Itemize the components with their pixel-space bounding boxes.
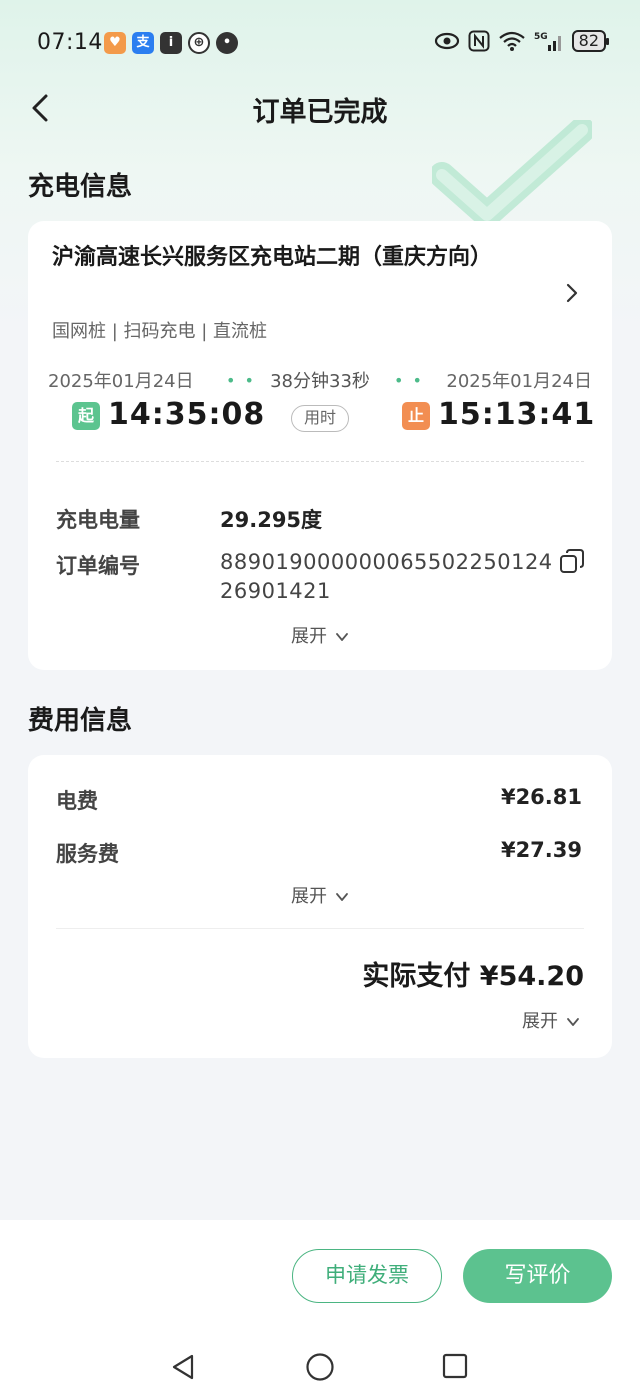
order-label: 订单编号 xyxy=(56,554,140,578)
dashed-divider xyxy=(56,461,584,462)
end-date: 2025年01月24日 xyxy=(446,371,592,392)
chevron-down-icon xyxy=(336,633,348,641)
service-fee-label: 服务费 xyxy=(56,842,119,866)
status-notification-icons: ♥ 支 i ⊕ • xyxy=(104,32,238,54)
total-expand-button[interactable]: 展开 xyxy=(522,1007,580,1033)
checkmark-decoration-icon xyxy=(432,120,592,228)
fee-info-title: 费用信息 xyxy=(28,706,133,736)
wifi-icon xyxy=(498,31,525,51)
end-badge: 止 xyxy=(402,402,430,430)
status-system-icons: 5G 82 xyxy=(434,30,610,52)
fee-divider xyxy=(56,928,584,929)
energy-value: 29.295度 xyxy=(220,508,323,532)
chevron-down-icon xyxy=(567,1018,579,1026)
start-badge: 起 xyxy=(72,402,100,430)
review-button[interactable]: 写评价 xyxy=(463,1249,612,1303)
start-time: 14:35:08 xyxy=(108,397,266,432)
status-time: 07:14 xyxy=(37,30,103,55)
svg-text:5G: 5G xyxy=(534,32,548,42)
copy-icon[interactable] xyxy=(558,547,586,575)
fee-expand-button[interactable]: 展开 xyxy=(28,882,612,908)
chevron-down-icon xyxy=(336,893,348,901)
taobao-app-icon: ♥ xyxy=(104,32,126,54)
duration-pill: 用时 xyxy=(291,405,349,432)
order-value: 889019000000065502250124 26901421 xyxy=(220,550,553,603)
electric-fee-label: 电费 xyxy=(56,789,98,813)
charge-expand-button[interactable]: 展开 xyxy=(28,622,612,648)
total-paid: 实际支付 ¥54.20 xyxy=(362,961,584,992)
system-home-icon[interactable] xyxy=(305,1352,335,1382)
info-app-icon: i xyxy=(160,32,182,54)
expand-label: 展开 xyxy=(291,886,327,907)
station-tags: 国网桩 | 扫码充电 | 直流桩 xyxy=(52,321,268,342)
system-nav-bar xyxy=(0,1326,640,1400)
end-time: 15:13:41 xyxy=(438,397,596,432)
location-icon: • xyxy=(216,32,238,54)
alipay-app-icon: 支 xyxy=(132,32,154,54)
station-name[interactable]: 沪渝高速长兴服务区充电站二期（重庆方向） xyxy=(52,241,532,275)
electric-fee-value: ¥26.81 xyxy=(500,785,582,809)
expand-label: 展开 xyxy=(291,626,327,647)
nfc-icon xyxy=(468,30,490,52)
page-title: 订单已完成 xyxy=(252,97,388,128)
system-recent-apps-icon[interactable] xyxy=(442,1353,468,1379)
chevron-right-icon[interactable] xyxy=(562,281,582,305)
energy-label: 充电电量 xyxy=(56,508,140,532)
invoice-button[interactable]: 申请发票 xyxy=(292,1249,442,1303)
dots-right: • • xyxy=(394,371,424,390)
service-fee-value: ¥27.39 xyxy=(500,838,582,862)
status-bar: 07:14 ♥ 支 i ⊕ • 5G 82 xyxy=(0,0,640,86)
globe-icon: ⊕ xyxy=(188,32,210,54)
fee-info-card: 电费 ¥26.81 服务费 ¥27.39 展开 实际支付 ¥54.20 展开 xyxy=(28,755,612,1058)
expand-label: 展开 xyxy=(522,1011,558,1032)
signal-icon: 5G xyxy=(534,32,561,51)
charge-info-card: 沪渝高速长兴服务区充电站二期（重庆方向） 国网桩 | 扫码充电 | 直流桩 20… xyxy=(28,221,612,670)
nav-header: 订单已完成 xyxy=(0,86,640,132)
charge-info-title: 充电信息 xyxy=(28,172,133,202)
eye-icon xyxy=(434,32,459,50)
battery-indicator: 82 xyxy=(571,30,610,52)
system-back-icon[interactable] xyxy=(170,1353,196,1381)
